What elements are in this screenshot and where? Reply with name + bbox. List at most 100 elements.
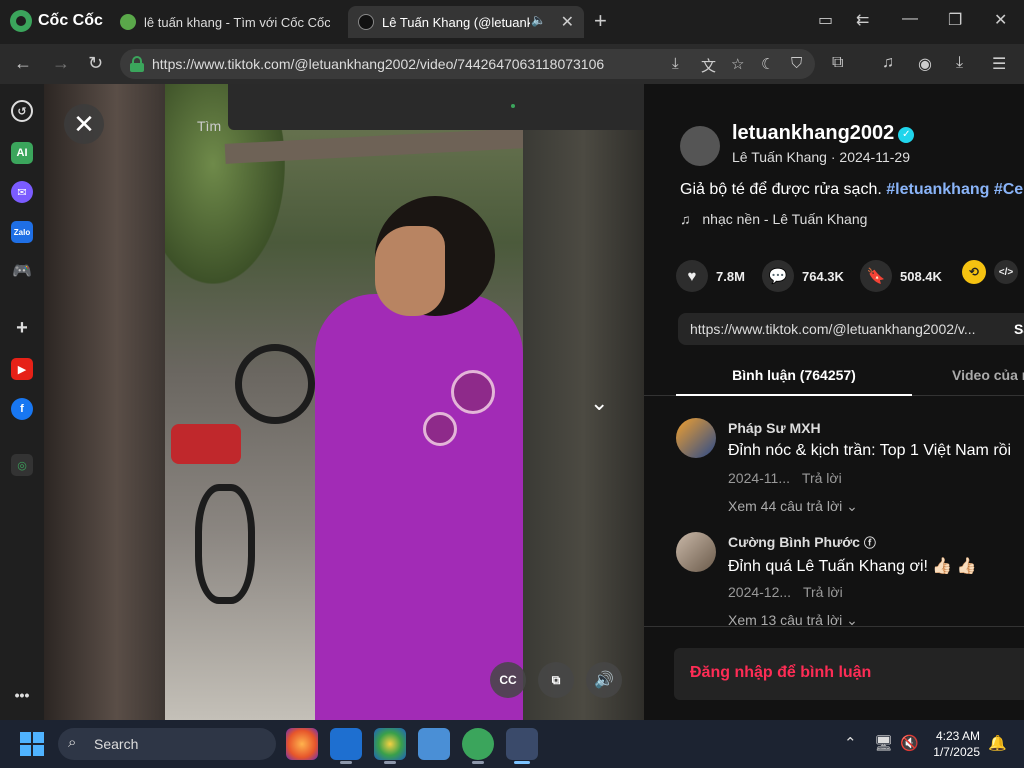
author-avatar[interactable] — [680, 126, 720, 166]
commenter-avatar[interactable] — [676, 418, 716, 458]
author-subline: Lê Tuấn Khang · 2024-11-29 — [732, 149, 910, 165]
volume-muted-icon[interactable]: 🔇 — [900, 734, 919, 752]
app-running-indicator — [340, 761, 352, 764]
app-running-indicator — [384, 761, 396, 764]
close-window-icon[interactable]: ✕ — [994, 10, 1007, 30]
new-tab-button[interactable]: + — [594, 8, 607, 34]
video-blur-left — [44, 84, 165, 720]
close-video-button[interactable]: ✕ — [64, 104, 104, 144]
volume-icon[interactable]: 🔊 — [586, 662, 622, 698]
share-link-box[interactable]: https://www.tiktok.com/@letuankhang2002/… — [678, 313, 1024, 345]
commenter-name[interactable]: Pháp Sư MXH — [728, 420, 821, 436]
browser-logo[interactable]: Cốc Cốc — [10, 10, 103, 32]
ai-assistant-icon[interactable]: AI — [11, 142, 33, 164]
username-text[interactable]: letuankhang2002 — [732, 122, 894, 144]
dark-mode-icon[interactable]: ☾ — [761, 55, 774, 73]
motorbike-wheel — [235, 344, 315, 424]
reply-button[interactable]: Trả lời — [802, 470, 842, 486]
active-app-icon[interactable] — [506, 728, 538, 760]
taskbar-search[interactable]: ⌕ Search — [58, 728, 276, 760]
tab-tiktok[interactable]: Lê Tuấn Khang (@letuankhang2002) 🔈 ✕ — [348, 6, 584, 38]
author-username[interactable]: letuankhang2002 ✓ — [732, 122, 915, 145]
media-control-icon[interactable]: ♫ — [882, 54, 894, 72]
dress-flower — [423, 412, 457, 446]
menu-icon[interactable]: ☰ — [992, 54, 1006, 74]
show-hidden-icons-chevron-icon[interactable]: ⌃ — [844, 734, 857, 752]
firefox-icon[interactable] — [286, 728, 318, 760]
forward-button[interactable]: → — [52, 53, 70, 74]
windows-start-icon[interactable] — [20, 732, 44, 756]
add-sidebar-item-icon[interactable]: + — [11, 317, 33, 339]
downloads-icon[interactable]: ⤓ — [956, 54, 963, 72]
more-options-icon[interactable]: ••• — [11, 684, 33, 706]
repost-icon[interactable]: ⟲ — [962, 260, 986, 284]
next-video-chevron-icon[interactable]: ⌄ — [590, 390, 608, 416]
profile-icon[interactable]: ◉ — [918, 54, 932, 74]
lock-icon[interactable] — [130, 56, 144, 72]
screen-cast-icon[interactable]: ▭ — [818, 10, 833, 30]
view-replies-button[interactable]: Xem 44 câu trả lời ⌄ — [728, 498, 858, 515]
extensions-icon[interactable]: ⧉ — [832, 54, 843, 72]
coccoc-logo-icon — [10, 10, 32, 32]
comment-count: 764.3K — [802, 268, 844, 284]
save-count: 508.4K — [900, 268, 942, 284]
address-bar[interactable]: https://www.tiktok.com/@letuankhang2002/… — [120, 49, 815, 79]
login-to-comment-bar[interactable]: Đăng nhập để bình luận — [674, 648, 1024, 700]
like-button[interactable]: ♥ 7.8M — [676, 260, 745, 292]
tab-search-icon[interactable]: ⇇ — [856, 10, 869, 30]
clock-date: 1/7/2025 — [933, 745, 980, 759]
video-player[interactable]: Tìm ✕ ⌄ CC ⧉ 🔊 — [44, 84, 644, 720]
picture-in-picture-icon[interactable]: ⧉ — [538, 662, 574, 698]
bookmark-star-icon[interactable]: ☆ — [731, 55, 744, 73]
share-link-text[interactable]: https://www.tiktok.com/@letuankhang2002/… — [690, 321, 976, 337]
music-line[interactable]: ♫ nhạc nền - Lê Tuấn Khang — [680, 211, 867, 227]
translate-icon[interactable]: 文 — [701, 55, 716, 76]
video-blur-right — [523, 84, 644, 720]
coccoc-2024-icon[interactable]: ◎ — [11, 454, 33, 476]
copy-link-button[interactable]: Sa — [1014, 321, 1024, 337]
notification-bell-icon[interactable]: 🔔 — [988, 734, 1007, 752]
network-icon[interactable]: 🖥 — [874, 734, 893, 752]
browser-app-icon[interactable] — [374, 728, 406, 760]
embed-code-icon[interactable]: </> — [994, 260, 1018, 284]
zalo-icon[interactable]: Zalo — [11, 221, 33, 243]
music-note-icon: ♫ — [680, 211, 691, 227]
commenter-avatar[interactable] — [676, 532, 716, 572]
messenger-icon[interactable]: ✉ — [11, 181, 33, 203]
save-button[interactable]: 🔖 508.4K — [860, 260, 942, 292]
maximize-icon[interactable]: ❐ — [948, 10, 962, 30]
share-buttons[interactable]: ⟲ </> — [962, 260, 1018, 284]
tab-search[interactable]: lê tuấn khang - Tìm với Cốc Cốc — [110, 6, 340, 38]
file-explorer-icon[interactable] — [418, 728, 450, 760]
youtube-icon[interactable]: ▶ — [11, 358, 33, 380]
gaming-icon[interactable]: 🎮 — [11, 260, 33, 282]
history-icon[interactable]: ↺ — [11, 100, 33, 122]
login-to-comment-text[interactable]: Đăng nhập để bình luận — [690, 664, 871, 682]
loading-indicator — [511, 104, 515, 108]
reload-button[interactable]: ↻ — [88, 53, 103, 74]
info-icon: ⓕ — [863, 536, 876, 550]
speaker-icon[interactable]: 🔈 — [531, 13, 546, 27]
comment-button[interactable]: 💬 764.3K — [762, 260, 844, 292]
music-title[interactable]: nhạc nền - Lê Tuấn Khang — [702, 211, 867, 227]
tab-comments[interactable]: Bình luận (764257) — [676, 354, 912, 396]
shield-icon[interactable]: ⛉ — [791, 55, 802, 72]
comment-icon: 💬 — [762, 260, 794, 292]
commenter-name[interactable]: Cường Bình Phước ⓕ — [728, 534, 876, 551]
coccoc-app-icon[interactable] — [462, 728, 494, 760]
stock-app-icon[interactable] — [330, 728, 362, 760]
video-frame[interactable]: Tìm — [165, 84, 523, 720]
download-video-icon[interactable]: ⤓ — [672, 55, 679, 72]
comment-text: Đỉnh quá Lê Tuấn Khang ơi! 👍🏻 👍🏻 — [728, 558, 977, 575]
reply-button[interactable]: Trả lời — [803, 584, 843, 600]
facebook-icon[interactable]: f — [11, 398, 33, 420]
back-button[interactable]: ← — [14, 53, 32, 74]
close-tab-icon[interactable]: ✕ — [561, 12, 574, 32]
captions-button[interactable]: CC — [490, 662, 526, 698]
minimize-icon[interactable]: — — [902, 10, 918, 28]
tab-creator-videos[interactable]: Video của n — [952, 354, 1024, 396]
caption-hashtags[interactable]: #letuankhang #Ce — [886, 181, 1023, 198]
system-clock[interactable]: 4:23 AM 1/7/2025 — [920, 728, 980, 760]
url-text[interactable]: https://www.tiktok.com/@letuankhang2002/… — [152, 56, 604, 72]
commenter-name-text[interactable]: Cường Bình Phước — [728, 534, 860, 550]
